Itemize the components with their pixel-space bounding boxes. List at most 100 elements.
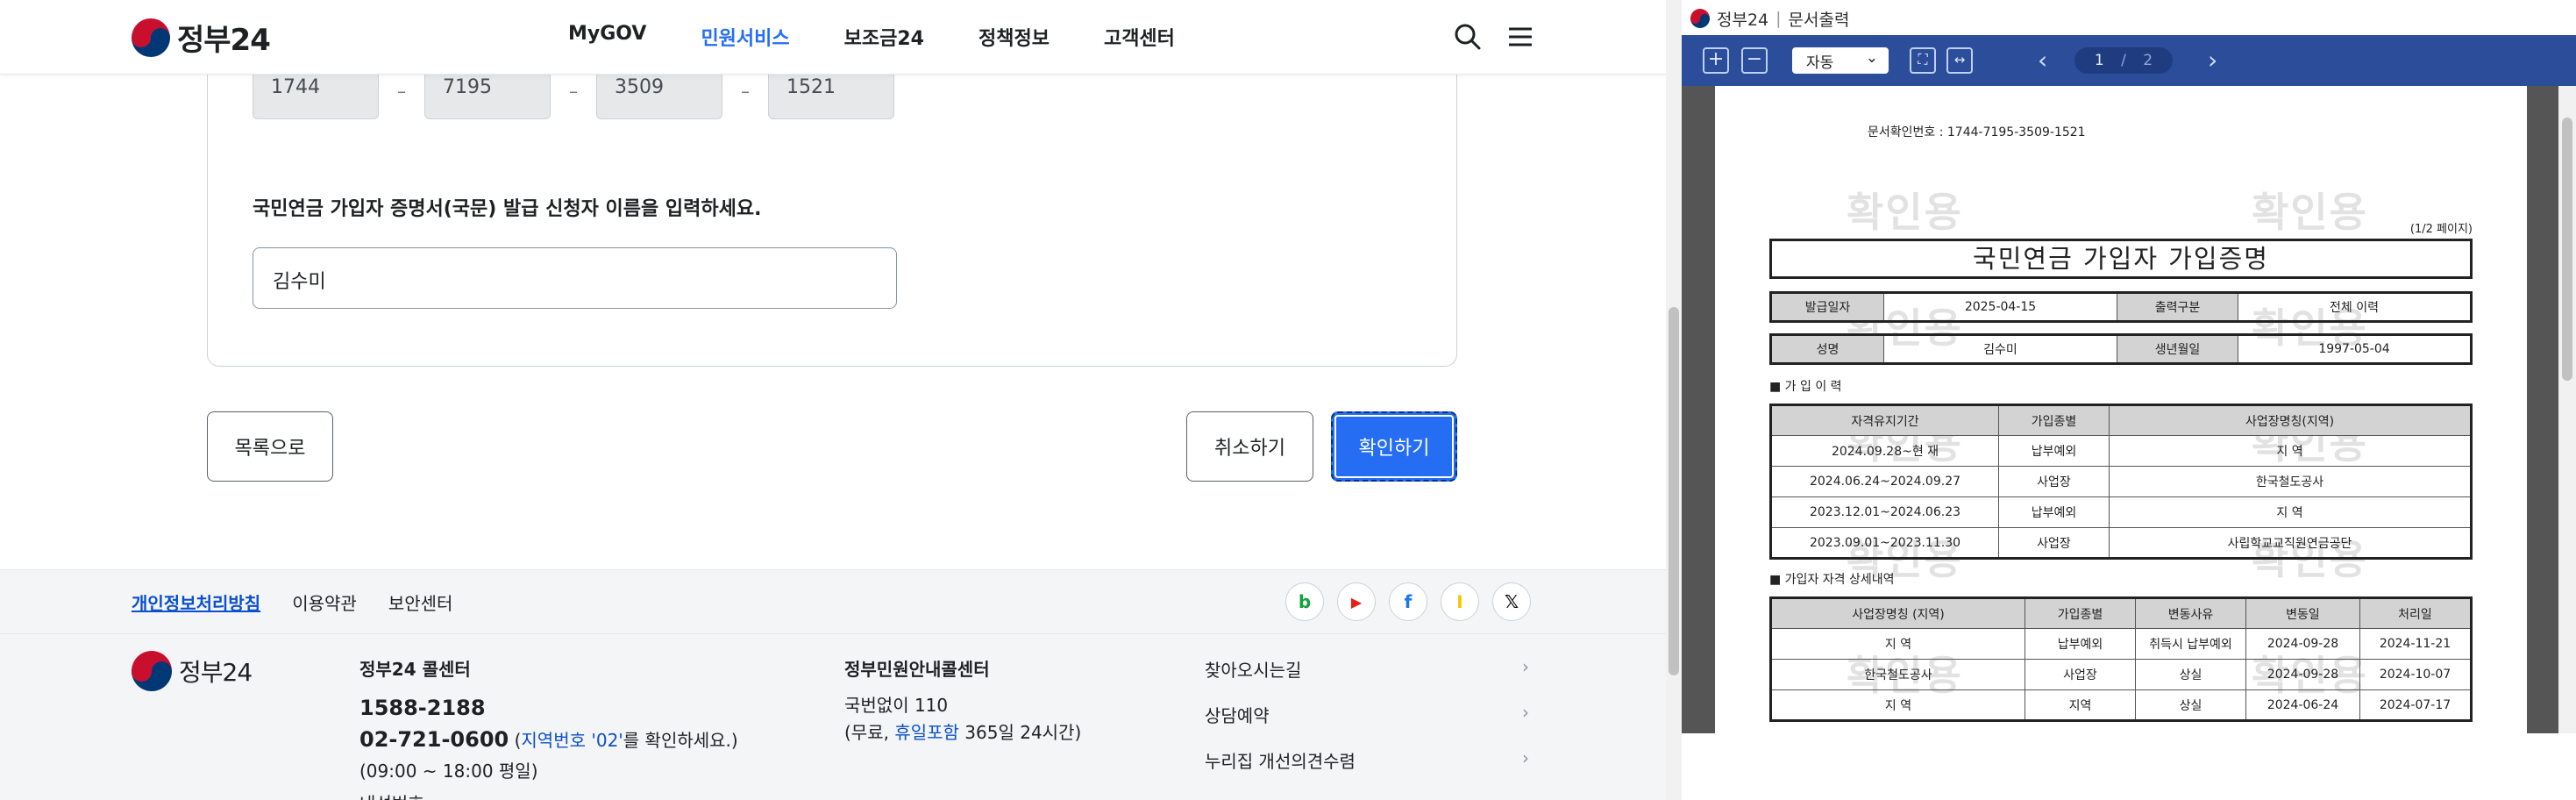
table-row: 한국철도공사 사업장 상실 2024-09-28 2024-10-07 <box>1770 659 2472 690</box>
name-value: 김수미 <box>1884 336 2117 362</box>
scrollbar-thumb[interactable] <box>1669 307 1679 675</box>
info-line2-close: 365일 24시간) <box>958 722 1082 743</box>
main-browser-pane: 1744 – 7195 – 3509 – 1521 국민연금 가입자 증명서(국… <box>0 0 1666 800</box>
nav-mygov[interactable]: MyGOV <box>568 23 646 51</box>
table-cell: 지 역 <box>1770 689 2025 721</box>
chevron-right-icon: › <box>1522 656 1529 677</box>
fit-page-icon[interactable]: ⛶ <box>1910 47 1936 74</box>
dash: – <box>569 81 578 102</box>
zoom-out-icon[interactable]: − <box>1741 47 1768 74</box>
x-twitter-icon[interactable]: 𝕏 <box>1492 582 1531 621</box>
total-pages: 2 <box>2143 52 2153 69</box>
zoom-select[interactable]: 자동 ⌄ <box>1792 47 1889 74</box>
nav-policy-info[interactable]: 정책정보 <box>978 23 1050 51</box>
table-cell: 지역 <box>2025 689 2136 721</box>
detail-table: 사업장명칭 (지역) 가입종별 변동사유 변동일 처리일 지 역 납부예외 취득… <box>1769 596 2473 722</box>
table-row: 2023.09.01~2023.11.30 사업장 사립학교교직원연금공단 <box>1770 527 2472 559</box>
call-center-info: 정부24 콜센터 1588-2188 02-721-0600 (지역번호 '02… <box>359 658 738 800</box>
table-cell: 한국철도공사 <box>2109 466 2472 497</box>
person-info-row: 성명 김수미 생년월일 1997-05-04 <box>1769 333 2473 365</box>
viewer-scrollbar[interactable] <box>2558 86 2576 733</box>
viewer-toolbar: + − 자동 ⌄ ⛶ ↔ ‹ 1 / 2 › <box>1682 35 2576 86</box>
scrollbar-thumb[interactable] <box>2562 118 2572 381</box>
document-title: 국민연금 가입자 가입증명 <box>1769 239 2473 279</box>
nav-civil-service[interactable]: 민원서비스 <box>701 23 789 51</box>
table-cell: 지 역 <box>2109 496 2472 528</box>
table-cell: 2024-06-24 <box>2245 689 2360 721</box>
history-section-title: ■ 가 입 이 력 <box>1769 380 1842 394</box>
detail-section-title: ■ 가입자 자격 상세내역 <box>1769 573 1895 587</box>
page-separator: / <box>2121 52 2126 69</box>
prev-page-icon[interactable]: ‹ <box>2038 46 2047 75</box>
nav-subsidy24[interactable]: 보조금24 <box>844 23 924 51</box>
facebook-icon[interactable]: f <box>1389 582 1427 621</box>
table-header: 가입종별 <box>2025 597 2136 629</box>
dash: – <box>397 81 406 102</box>
info-line2-open: (무료, <box>844 722 895 743</box>
terms-link[interactable]: 이용약관 <box>292 589 357 615</box>
youtube-icon[interactable]: ▶ <box>1337 582 1376 621</box>
table-cell: 한국철도공사 <box>1770 659 2025 690</box>
table-header: 가입종별 <box>1998 404 2110 436</box>
area-code-link[interactable]: 지역번호 '02' <box>521 730 623 751</box>
confirm-button[interactable]: 확인하기 <box>1331 411 1457 482</box>
table-cell: 사업장 <box>2025 659 2136 690</box>
table-header: 변동일 <box>2245 597 2360 629</box>
call-center-hours: (09:00 ~ 18:00 평일) <box>359 760 538 782</box>
table-header: 사업장명칭 (지역) <box>1770 597 2025 629</box>
print-type-value: 전체 이력 <box>2330 301 2379 315</box>
taegeuk-icon <box>132 651 172 691</box>
gov24-logo[interactable]: 정부24 <box>132 16 271 59</box>
fit-width-icon[interactable]: ↔ <box>1946 47 1973 74</box>
table-cell: 사업장 <box>1998 466 2110 497</box>
table-row: 2024.09.28~현 재 납부예외 지 역 <box>1770 435 2472 467</box>
kakao-icon[interactable]: ⵏ <box>1441 582 1479 621</box>
holiday-link[interactable]: 휴일포함 <box>894 722 959 743</box>
quick-link-feedback[interactable]: 누리집 개선의견수렴 › <box>1205 747 1529 793</box>
quick-link-consult-booking[interactable]: 상담예약 › <box>1205 702 1529 747</box>
info-center-title: 정부민원안내콜센터 <box>844 659 990 680</box>
watermark: 확인용 <box>2252 189 2368 236</box>
print-type-label: 출력구분 <box>2117 294 2238 320</box>
birth-label: 생년월일 <box>2117 336 2238 362</box>
table-cell: 납부예외 <box>1998 496 2110 528</box>
quick-link-directions[interactable]: 찾아오시는길 › <box>1205 656 1529 702</box>
applicant-name-input[interactable]: 김수미 <box>253 247 897 309</box>
menu-icon[interactable] <box>1505 21 1536 53</box>
page-scrollbar[interactable] <box>1666 0 1682 800</box>
table-cell: 2023.12.01~2024.06.23 <box>1770 496 1999 528</box>
logo-text: 정부24 <box>177 23 271 58</box>
footer-logo-text: 정부24 <box>179 658 253 687</box>
table-header: 자격유지기간 <box>1770 404 1999 436</box>
zoom-in-icon[interactable]: + <box>1703 47 1729 74</box>
table-cell: 2024-09-28 <box>2245 659 2360 690</box>
table-cell: 납부예외 <box>1998 435 2110 467</box>
table-cell: 상실 <box>2135 659 2246 690</box>
next-page-icon[interactable]: › <box>2208 46 2217 75</box>
table-row: 2023.12.01~2024.06.23 납부예외 지 역 <box>1770 496 2472 528</box>
chevron-down-icon: ⌄ <box>1865 49 1878 67</box>
nav-customer-center[interactable]: 고객센터 <box>1104 23 1175 51</box>
cancel-button[interactable]: 취소하기 <box>1186 411 1313 482</box>
phone2-note-close: 를 확인하세요.) <box>623 730 738 752</box>
name-label: 성명 <box>1772 336 1884 362</box>
phone2-note-open: ( <box>509 730 522 752</box>
table-cell: 상실 <box>2135 689 2246 721</box>
table-cell: 지 역 <box>1770 628 2025 660</box>
chevron-right-icon: › <box>1522 702 1529 723</box>
current-page[interactable]: 1 <box>2095 52 2104 69</box>
security-center-link[interactable]: 보안센터 <box>388 589 453 615</box>
list-button[interactable]: 목록으로 <box>207 411 333 482</box>
search-icon[interactable] <box>1452 21 1484 53</box>
privacy-policy-link[interactable]: 개인정보처리방침 <box>132 589 260 615</box>
table-header: 사업장명칭(지역) <box>2109 404 2472 436</box>
footer-links: 개인정보처리방침 이용약관 보안센터 <box>132 589 452 615</box>
zoom-mode-value: 자동 <box>1806 54 1834 72</box>
call-center-phone2: 02-721-0600 <box>359 727 509 753</box>
blog-icon[interactable]: b <box>1285 582 1324 621</box>
table-cell: 사업장 <box>1998 527 2110 559</box>
quick-link-label: 찾아오시는길 <box>1205 660 1302 681</box>
quick-link-label: 상담예약 <box>1205 705 1270 726</box>
taegeuk-icon <box>132 18 170 57</box>
document-page: 문서확인번호 : 1744-7195-3509-1521 확인용 확인용 확인용… <box>1715 86 2527 733</box>
